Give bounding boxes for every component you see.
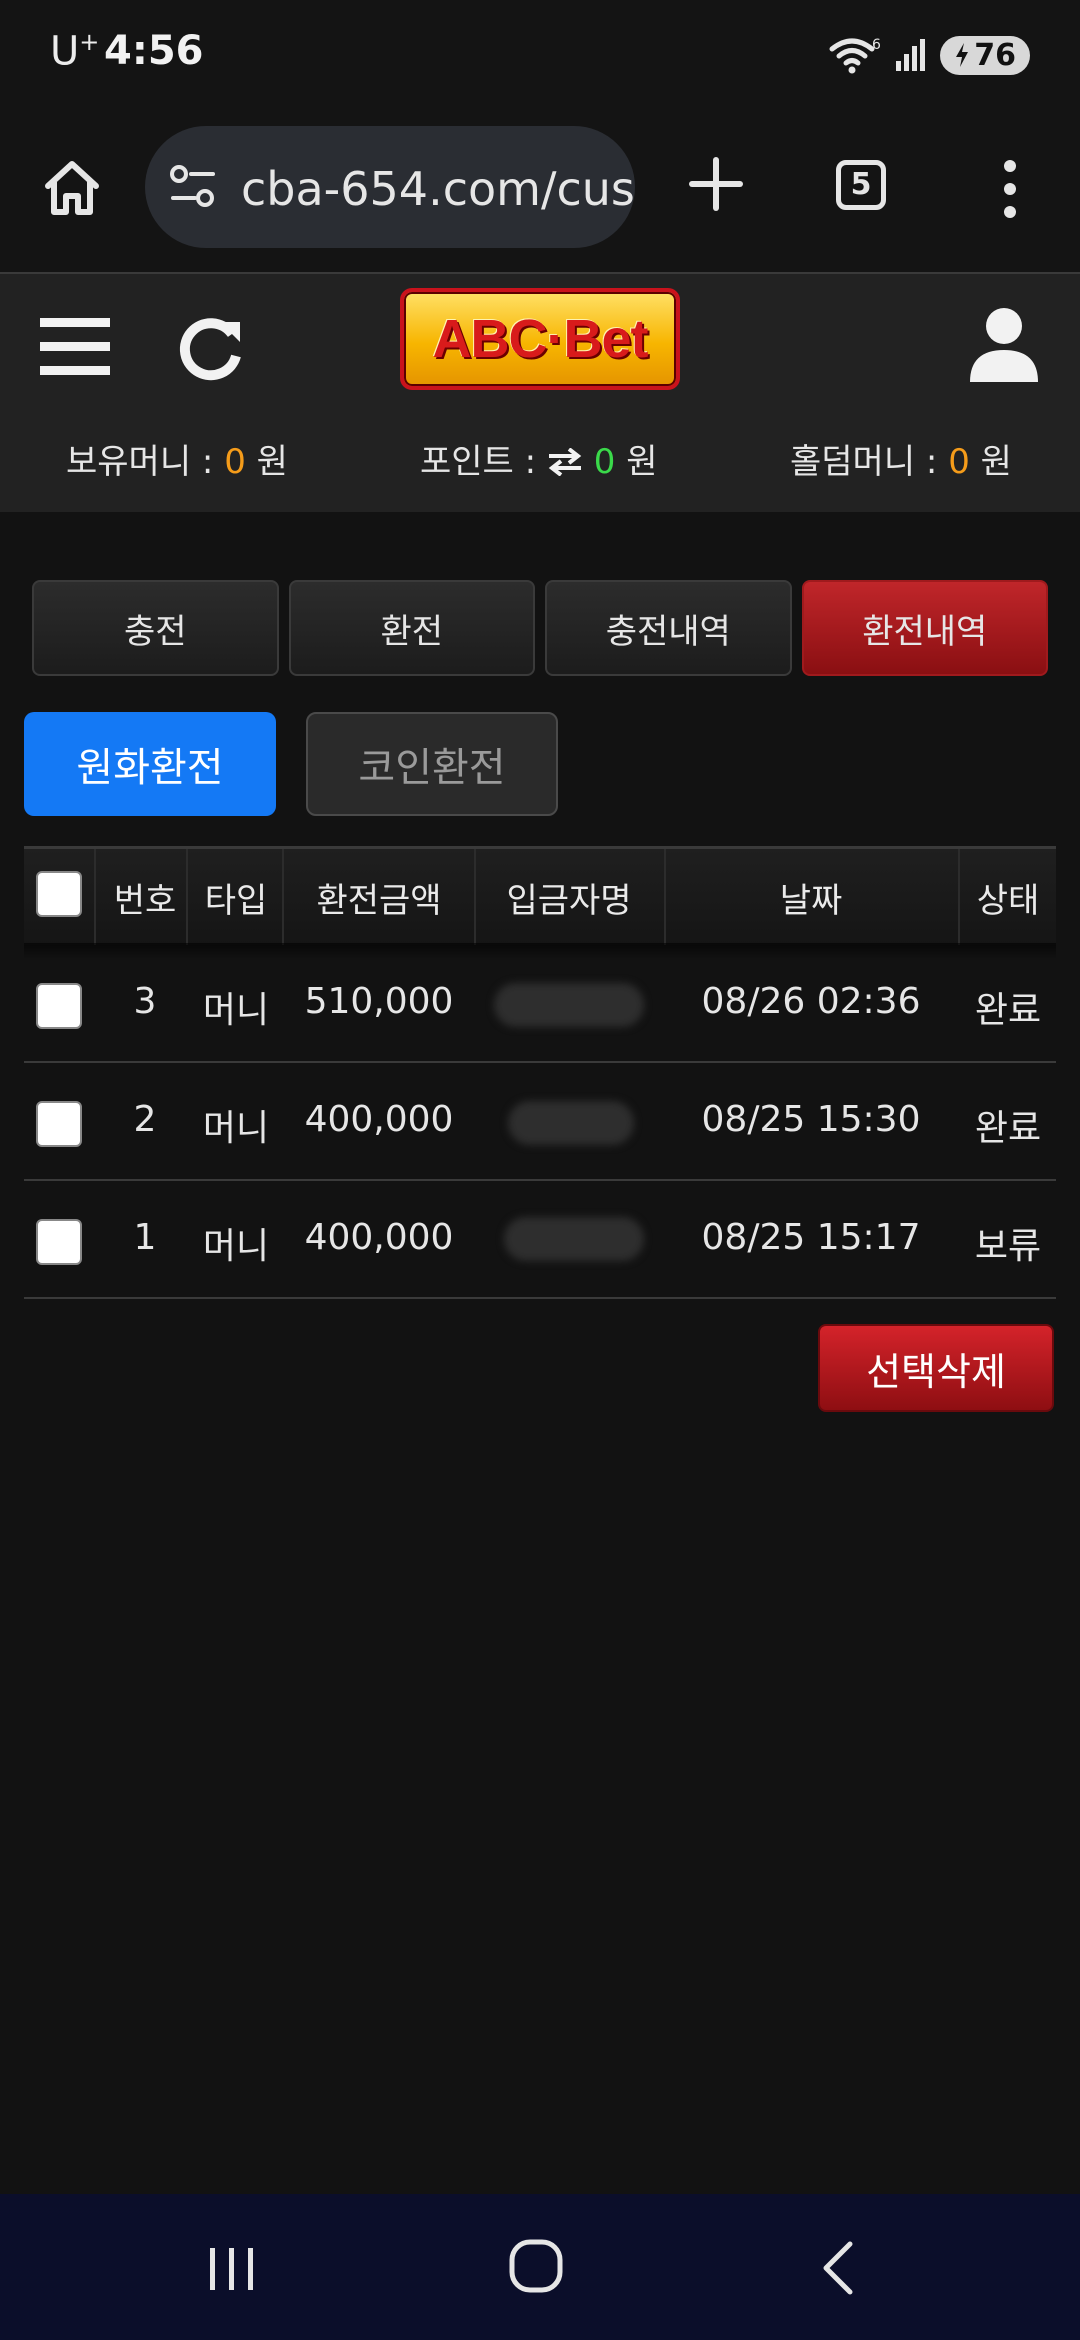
point-balance: 포인트 : 0 원 [420, 442, 658, 482]
exchange-icon[interactable] [547, 447, 583, 477]
redacted-depositor [508, 1101, 634, 1145]
row-type: 머니 [202, 1226, 270, 1267]
table-header: 번호 타입 환전금액 입금자명 날짜 상태 [24, 846, 1056, 959]
header-status: 상태 [976, 881, 1040, 921]
user-icon[interactable] [968, 306, 1040, 384]
header-type: 타입 [204, 881, 268, 921]
redacted-depositor [494, 983, 644, 1027]
site-header: ABC·Bet 보유머니 : 0 원 포인트 : 0 원 홀덤머니 : 0 원 [0, 274, 1080, 512]
more-options-icon[interactable] [1000, 158, 1020, 220]
clock: 4:56 [104, 28, 204, 74]
battery-level: 76 [974, 37, 1016, 73]
recent-apps-icon[interactable] [206, 2246, 258, 2292]
site-logo[interactable]: ABC·Bet [400, 288, 680, 390]
subtab-coin-withdraw[interactable]: 코인환전 [306, 712, 558, 816]
row-number: 1 [133, 1217, 157, 1258]
main-tabs: 충전 환전 충전내역 환전내역 [32, 580, 1048, 676]
tab-withdraw-history[interactable]: 환전내역 [801, 580, 1048, 676]
row-date: 08/26 02:36 [701, 981, 921, 1022]
header-amount: 환전금액 [316, 881, 442, 921]
header-number: 번호 [113, 881, 177, 921]
status-icons: 6 76 [828, 30, 1030, 80]
row-status: 완료 [974, 990, 1042, 1031]
wifi-icon: 6 [829, 37, 881, 74]
svg-text:6: 6 [872, 37, 881, 53]
new-tab-icon[interactable] [686, 154, 746, 214]
header-depositor: 입금자명 [506, 881, 632, 921]
home-icon[interactable] [40, 156, 104, 220]
menu-icon[interactable] [40, 316, 110, 378]
row-status: 보류 [974, 1226, 1042, 1267]
subtab-krw-withdraw[interactable]: 원화환전 [24, 712, 276, 816]
withdraw-history-table: 번호 타입 환전금액 입금자명 날짜 상태 3 머니 510,000 08/26… [24, 846, 1056, 1299]
status-bar: U+ 4:56 6 76 [0, 0, 1080, 110]
row-checkbox[interactable] [36, 983, 82, 1029]
select-all-checkbox[interactable] [36, 871, 82, 917]
tab-switcher-button[interactable]: 5 [836, 160, 886, 210]
url-text[interactable]: cba-654.com/cus [241, 162, 635, 216]
system-nav-bar [0, 2194, 1080, 2340]
signal-icon [896, 39, 926, 71]
money-balance: 보유머니 : 0 원 [66, 442, 288, 482]
browser-toolbar: cba-654.com/cus 5 [0, 110, 1080, 274]
row-amount: 400,000 [304, 1099, 454, 1140]
sub-tabs: 원화환전 코인환전 [24, 712, 558, 816]
row-checkbox[interactable] [36, 1101, 82, 1147]
charging-bolt-icon [956, 43, 969, 67]
battery-indicator: 76 [940, 35, 1030, 75]
table-row: 1 머니 400,000 08/25 15:17 보류 [24, 1181, 1056, 1299]
row-amount: 400,000 [304, 1217, 454, 1258]
back-icon[interactable] [818, 2240, 858, 2296]
home-button-icon[interactable] [508, 2238, 564, 2294]
logo-text: ABC·Bet [432, 309, 649, 369]
tab-withdraw[interactable]: 환전 [288, 580, 535, 676]
table-row: 3 머니 510,000 08/26 02:36 완료 [24, 945, 1056, 1063]
header-date: 날짜 [779, 881, 843, 921]
delete-selected-button[interactable]: 선택삭제 [818, 1324, 1054, 1412]
row-date: 08/25 15:30 [701, 1099, 921, 1140]
refresh-icon[interactable] [176, 312, 246, 384]
carrier-label: U+ [50, 28, 100, 75]
row-type: 머니 [202, 1108, 270, 1149]
redacted-depositor [504, 1217, 644, 1261]
row-amount: 510,000 [304, 981, 454, 1022]
site-settings-icon[interactable] [167, 160, 219, 212]
row-status: 완료 [974, 1108, 1042, 1149]
url-bar[interactable]: cba-654.com/cus [145, 126, 635, 248]
row-type: 머니 [202, 990, 270, 1031]
row-number: 3 [133, 981, 157, 1022]
table-row: 2 머니 400,000 08/25 15:30 완료 [24, 1063, 1056, 1181]
row-number: 2 [133, 1099, 157, 1140]
balance-bar: 보유머니 : 0 원 포인트 : 0 원 홀덤머니 : 0 원 [0, 434, 1080, 494]
tab-deposit-history[interactable]: 충전내역 [545, 580, 792, 676]
holdem-balance: 홀덤머니 : 0 원 [790, 442, 1012, 482]
row-checkbox[interactable] [36, 1219, 82, 1265]
tab-deposit[interactable]: 충전 [32, 580, 279, 676]
row-date: 08/25 15:17 [701, 1217, 921, 1258]
